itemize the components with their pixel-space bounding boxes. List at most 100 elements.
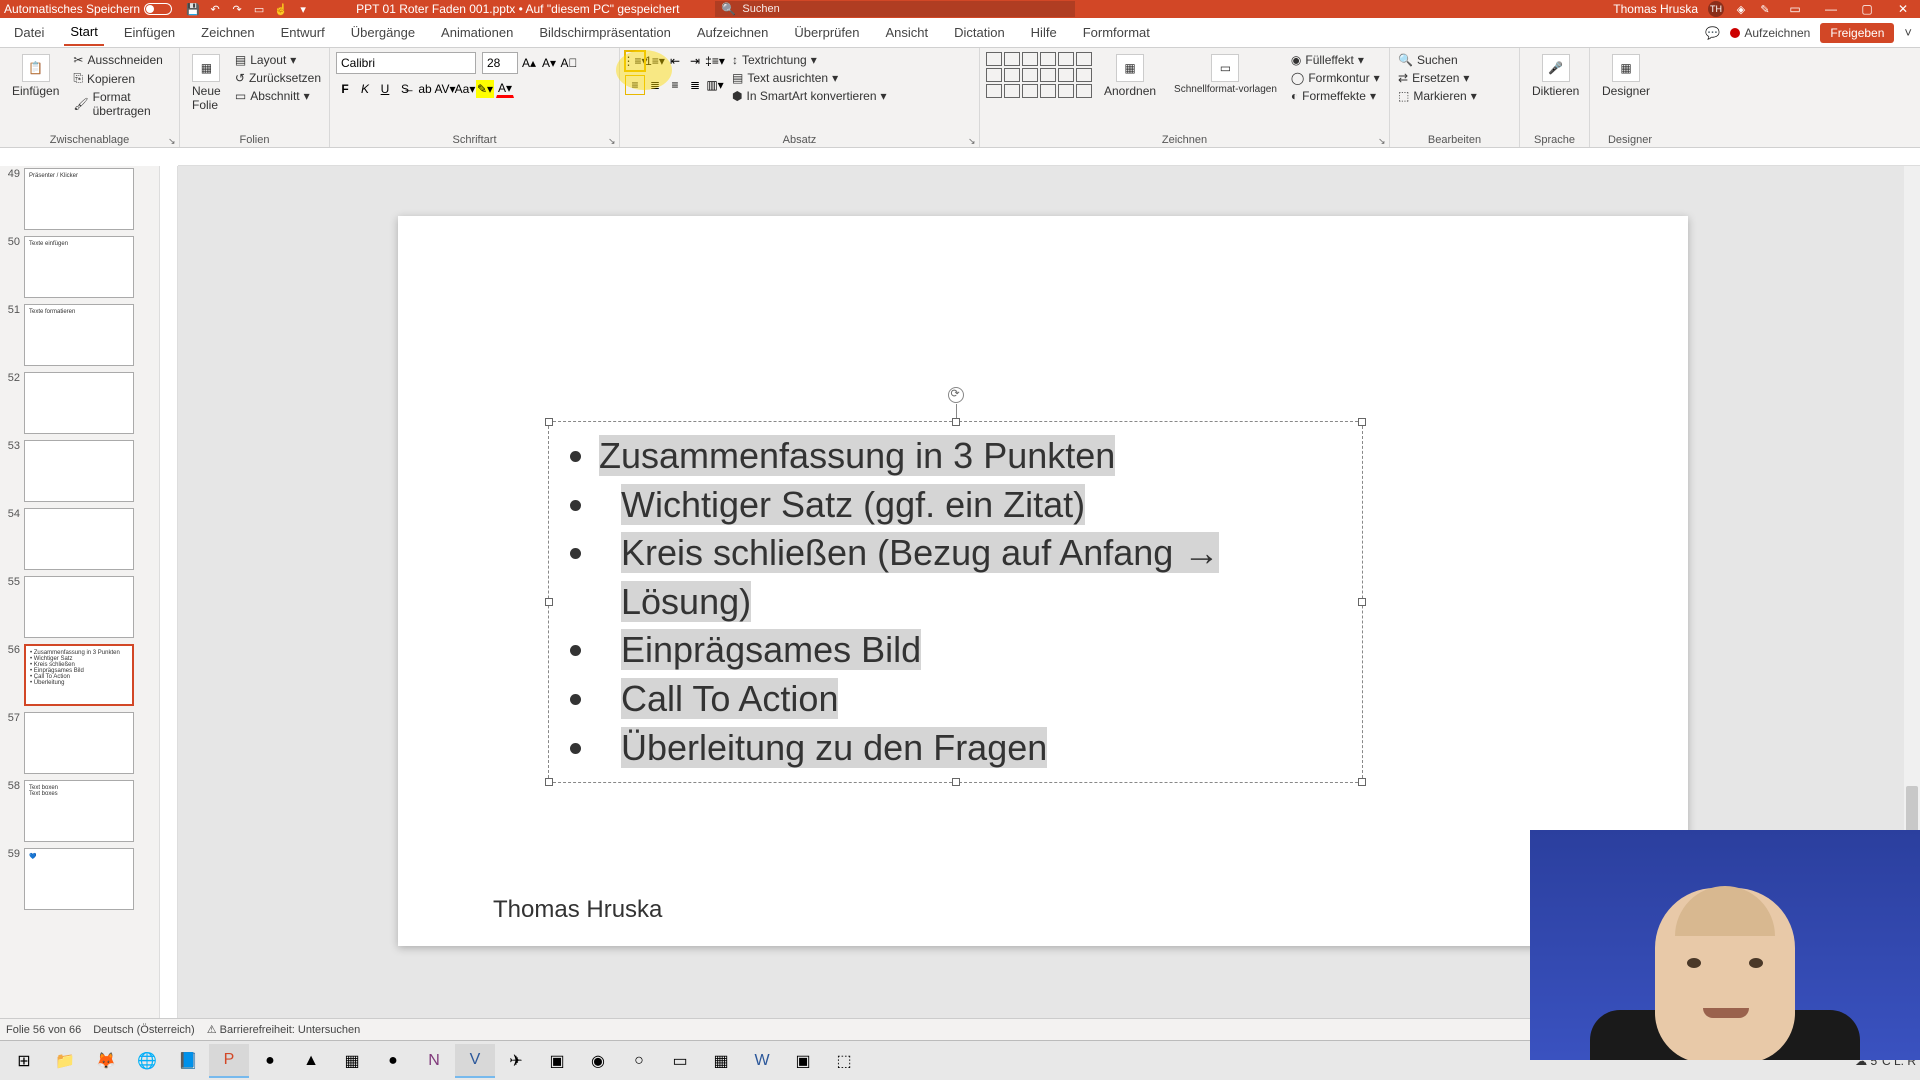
- app-icon-8[interactable]: ▣: [783, 1044, 823, 1078]
- section-button[interactable]: ▭ Abschnitt ▾: [233, 88, 323, 104]
- tab-ansicht[interactable]: Ansicht: [879, 20, 934, 45]
- thumb-preview[interactable]: [24, 440, 134, 502]
- thumb-preview[interactable]: Präsenter / Klicker: [24, 168, 134, 230]
- thumb-row[interactable]: 55: [2, 576, 157, 638]
- font-color-button[interactable]: A▾: [496, 80, 514, 98]
- thumb-preview[interactable]: 💙: [24, 848, 134, 910]
- minimize-icon[interactable]: —: [1818, 2, 1844, 16]
- app-icon-1[interactable]: ●: [250, 1044, 290, 1078]
- case-button[interactable]: Aa▾: [456, 80, 474, 98]
- resize-handle-l[interactable]: [545, 598, 553, 606]
- bullet-item[interactable]: Einprägsames Bild: [599, 626, 1342, 675]
- tab-hilfe[interactable]: Hilfe: [1025, 20, 1063, 45]
- bullet-item[interactable]: Wichtiger Satz (ggf. ein Zitat): [599, 481, 1342, 530]
- thumb-preview[interactable]: • Zusammenfassung in 3 Punkten• Wichtige…: [24, 644, 134, 706]
- highlight-button[interactable]: ✎▾: [476, 80, 494, 98]
- font-family-combo[interactable]: Calibri: [336, 52, 476, 74]
- resize-handle-b[interactable]: [952, 778, 960, 786]
- obs-icon[interactable]: ◉: [578, 1044, 618, 1078]
- app-icon-2[interactable]: ▦: [332, 1044, 372, 1078]
- screenshot-icon[interactable]: ⬚: [824, 1044, 864, 1078]
- thumb-preview[interactable]: [24, 372, 134, 434]
- tab-ueberpruefen[interactable]: Überprüfen: [788, 20, 865, 45]
- align-left-button[interactable]: ≡: [626, 76, 644, 94]
- underline-button[interactable]: U: [376, 80, 394, 98]
- tab-datei[interactable]: Datei: [8, 20, 50, 45]
- visio-icon[interactable]: V: [455, 1044, 495, 1078]
- indent-button[interactable]: ⇥: [686, 52, 704, 70]
- tab-aufzeichnen[interactable]: Aufzeichnen: [691, 20, 775, 45]
- telegram-icon[interactable]: ✈: [496, 1044, 536, 1078]
- thumb-preview[interactable]: Texte formatieren: [24, 304, 134, 366]
- thumb-row[interactable]: 52: [2, 372, 157, 434]
- paragraph-launcher-icon[interactable]: ↘: [968, 136, 978, 146]
- edge-icon[interactable]: 📘: [168, 1044, 208, 1078]
- tab-zeichnen[interactable]: Zeichnen: [195, 20, 260, 45]
- tab-einfuegen[interactable]: Einfügen: [118, 20, 181, 45]
- thumb-preview[interactable]: Text boxenText boxes: [24, 780, 134, 842]
- bullets-button[interactable]: ⋮≡▾: [626, 52, 644, 70]
- outdent-button[interactable]: ⇤: [666, 52, 684, 70]
- search-bar[interactable]: 🔍: [715, 1, 1075, 17]
- resize-handle-t[interactable]: [952, 418, 960, 426]
- diamond-icon[interactable]: ◈: [1734, 2, 1748, 16]
- shapes-gallery[interactable]: [986, 52, 1092, 98]
- shadow-button[interactable]: ab: [416, 80, 434, 98]
- thumb-row[interactable]: 53: [2, 440, 157, 502]
- shape-effects-button[interactable]: ◐ Formeffekte ▾: [1289, 88, 1382, 104]
- bold-button[interactable]: F: [336, 80, 354, 98]
- ribbon-opts-icon[interactable]: ▭: [1782, 2, 1808, 16]
- firefox-icon[interactable]: 🦊: [86, 1044, 126, 1078]
- thumb-preview[interactable]: [24, 576, 134, 638]
- app-icon-7[interactable]: ▦: [701, 1044, 741, 1078]
- shape-outline-button[interactable]: ◯ Formkontur ▾: [1289, 70, 1382, 86]
- tab-entwurf[interactable]: Entwurf: [275, 20, 331, 45]
- chrome-icon[interactable]: 🌐: [127, 1044, 167, 1078]
- find-button[interactable]: 🔍 Suchen: [1396, 52, 1479, 68]
- reset-button[interactable]: ↺ Zurücksetzen: [233, 70, 323, 86]
- search-input[interactable]: [742, 3, 1069, 15]
- autosave-toggle[interactable]: Automatisches Speichern: [4, 2, 172, 16]
- tab-dictation[interactable]: Dictation: [948, 20, 1011, 45]
- clipboard-launcher-icon[interactable]: ↘: [168, 136, 178, 146]
- maximize-icon[interactable]: ▢: [1854, 2, 1880, 16]
- grow-font-icon[interactable]: A▴: [520, 54, 538, 72]
- italic-button[interactable]: K: [356, 80, 374, 98]
- new-slide-button[interactable]: ▦Neue Folie: [186, 52, 227, 114]
- slide-thumbnails[interactable]: 49Präsenter / Klicker50Texte einfügen51T…: [0, 166, 160, 1018]
- thumb-row[interactable]: 56• Zusammenfassung in 3 Punkten• Wichti…: [2, 644, 157, 706]
- content-textbox[interactable]: Zusammenfassung in 3 PunktenWichtiger Sa…: [548, 421, 1363, 783]
- select-button[interactable]: ⬚ Markieren ▾: [1396, 88, 1479, 104]
- text-align-button[interactable]: ▤ Text ausrichten ▾: [730, 70, 889, 86]
- columns-button[interactable]: ▥▾: [706, 76, 724, 94]
- copy-button[interactable]: ⎘ Kopieren: [71, 70, 173, 87]
- tab-animationen[interactable]: Animationen: [435, 20, 519, 45]
- resize-handle-tl[interactable]: [545, 418, 553, 426]
- present-icon[interactable]: ▭: [252, 2, 266, 16]
- comments-icon[interactable]: 💬: [1705, 26, 1720, 40]
- rotation-handle[interactable]: [948, 387, 964, 403]
- app-icon-5[interactable]: ○: [619, 1044, 659, 1078]
- thumb-row[interactable]: 54: [2, 508, 157, 570]
- collapse-ribbon-icon[interactable]: ˅: [1904, 25, 1912, 40]
- font-launcher-icon[interactable]: ↘: [608, 136, 618, 146]
- dictate-button[interactable]: 🎤Diktieren: [1526, 52, 1585, 100]
- numbering-button[interactable]: 1≡▾: [646, 52, 664, 70]
- resize-handle-tr[interactable]: [1358, 418, 1366, 426]
- bullet-item[interactable]: Zusammenfassung in 3 Punkten: [599, 432, 1342, 481]
- clear-format-icon[interactable]: A⃠: [560, 54, 578, 72]
- resize-handle-br[interactable]: [1358, 778, 1366, 786]
- qat-more-icon[interactable]: ▾: [296, 2, 310, 16]
- thumb-row[interactable]: 58Text boxenText boxes: [2, 780, 157, 842]
- powerpoint-icon[interactable]: P: [209, 1044, 249, 1078]
- arrange-button[interactable]: ▦Anordnen: [1098, 52, 1162, 100]
- font-size-combo[interactable]: 28: [482, 52, 518, 74]
- designer-button[interactable]: ▦Designer: [1596, 52, 1656, 100]
- tab-bildschirm[interactable]: Bildschirmpräsentation: [533, 20, 677, 45]
- thumb-row[interactable]: 51Texte formatieren: [2, 304, 157, 366]
- close-icon[interactable]: ✕: [1890, 2, 1916, 16]
- app-icon-6[interactable]: ▭: [660, 1044, 700, 1078]
- strike-button[interactable]: S̶: [396, 80, 414, 98]
- resize-handle-bl[interactable]: [545, 778, 553, 786]
- avatar[interactable]: TH: [1708, 1, 1724, 17]
